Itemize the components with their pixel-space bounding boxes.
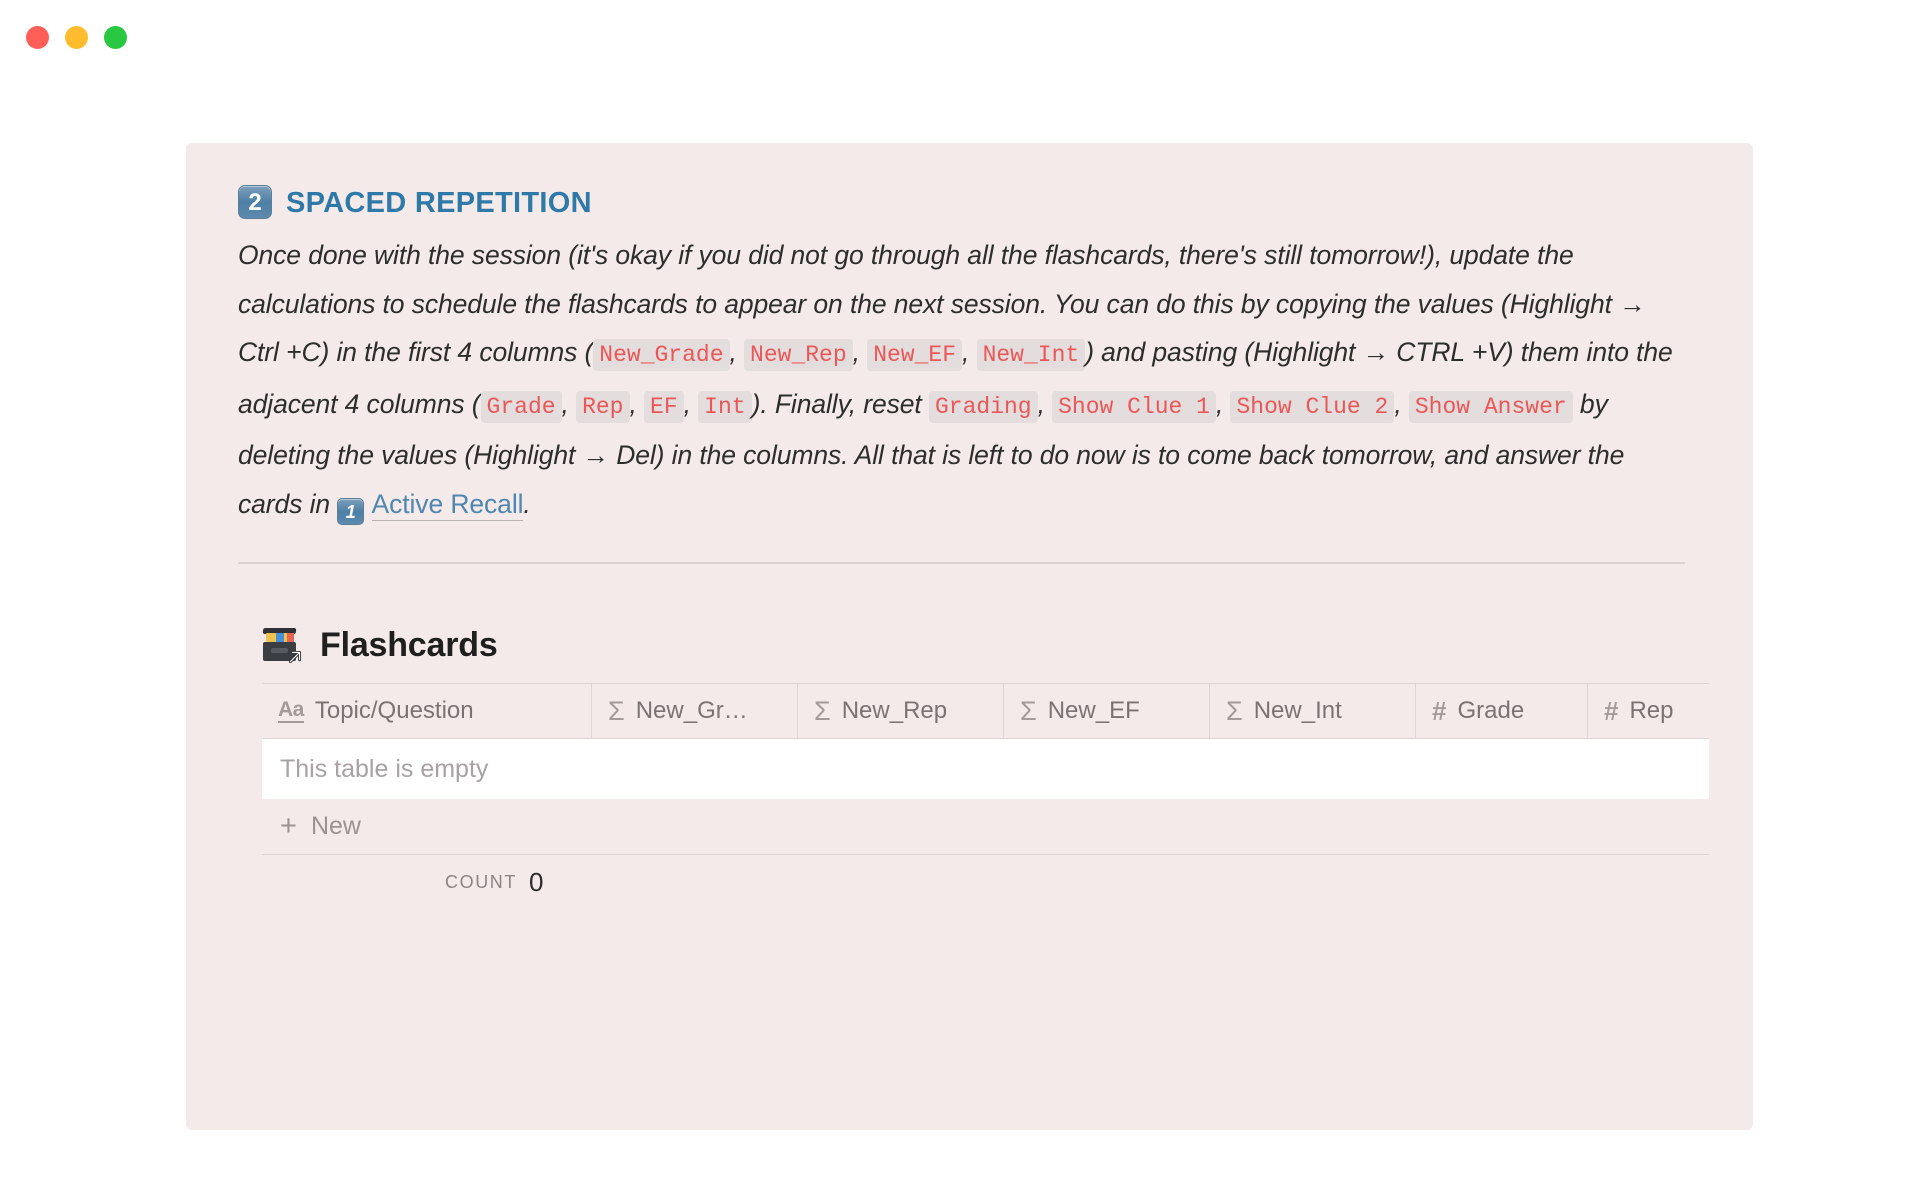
close-window-button[interactable]	[26, 25, 49, 49]
inline-code-chip: Show Clue 1	[1052, 390, 1216, 423]
inline-code-chip: Int	[698, 390, 752, 423]
plus-icon: +	[280, 810, 297, 842]
body-text-run: ,	[683, 388, 699, 419]
inline-code-chip: Grade	[480, 390, 562, 423]
maximize-window-button[interactable]	[104, 25, 127, 49]
body-text-run: ,	[852, 337, 868, 367]
table-header-row: Aa Topic/Question Σ New_Gr… Σ New_Rep Σ New_EF Σ…	[262, 683, 1709, 739]
body-text-run: ,	[962, 337, 977, 367]
body-text-run: ). Finally, reset	[751, 388, 929, 419]
number-hash-icon: #	[1604, 696, 1619, 726]
database-title[interactable]: Flashcards	[320, 626, 498, 665]
inline-code-chip: New_EF	[867, 339, 963, 371]
body-text-run: ,	[629, 388, 645, 419]
body-text-run: ,	[1037, 388, 1053, 419]
inline-code-chip: Grading	[928, 390, 1038, 423]
table-column-header[interactable]: Aa Topic/Question	[262, 684, 592, 738]
column-header-label: Grade	[1457, 697, 1525, 724]
database-title-row: Flashcards	[262, 626, 1701, 665]
formula-sigma-icon: Σ	[608, 695, 625, 726]
add-new-row-button[interactable]: + New	[262, 799, 1709, 855]
table-column-header[interactable]: Σ New_Gr…	[592, 684, 798, 738]
database-table: Aa Topic/Question Σ New_Gr… Σ New_Rep Σ New_EF Σ…	[262, 683, 1709, 909]
body-text-run: ,	[1394, 388, 1409, 419]
text-aa-icon: Aa	[278, 698, 304, 723]
body-text-run: ,	[561, 388, 577, 419]
card-file-box-link-icon	[262, 627, 304, 665]
body-text-run: ,	[1215, 388, 1231, 419]
inline-code-chip: New_Grade	[593, 339, 730, 371]
column-header-label: New_EF	[1047, 697, 1140, 724]
table-footer-count[interactable]: COUNT 0	[262, 855, 1709, 909]
table-column-header[interactable]: # Rep	[1588, 684, 1709, 738]
inline-code-chip: Rep	[576, 390, 630, 423]
table-column-header[interactable]: Σ New_EF	[1004, 684, 1210, 738]
column-header-label: Topic/Question	[314, 697, 474, 724]
keycap-one-icon: 1	[337, 497, 365, 525]
count-value: 0	[529, 866, 544, 897]
minimize-window-button[interactable]	[65, 25, 88, 49]
empty-state-label: This table is empty	[280, 754, 489, 783]
inline-code-chip: EF	[644, 390, 684, 423]
spaced-repetition-callout: 2 SPACED REPETITION Once done with the s…	[186, 143, 1753, 1130]
callout-header: 2 SPACED REPETITION	[238, 185, 1701, 221]
inline-code-chip: Show Clue 2	[1230, 390, 1395, 423]
inline-code-chip: New_Int	[976, 339, 1086, 371]
section-divider	[238, 562, 1685, 564]
window-title-bar	[0, 0, 1920, 74]
callout-title: SPACED REPETITION	[286, 187, 592, 219]
inline-page-link[interactable]: 1 Active Recall	[337, 488, 524, 525]
active-recall-link[interactable]: Active Recall	[371, 488, 524, 521]
inline-code-chip: Show Answer	[1408, 390, 1573, 423]
formula-sigma-icon: Σ	[1226, 695, 1243, 726]
formula-sigma-icon: Σ	[1020, 695, 1037, 726]
count-label: COUNT	[445, 871, 517, 892]
formula-sigma-icon: Σ	[814, 695, 831, 726]
table-empty-state: This table is empty	[262, 739, 1709, 799]
column-header-label: New_Rep	[841, 697, 948, 724]
inline-code-chip: New_Rep	[744, 339, 853, 371]
table-column-header[interactable]: # Grade	[1416, 684, 1588, 738]
column-header-label: New_Gr…	[635, 697, 748, 724]
new-row-label: New	[310, 812, 361, 840]
body-text-run: ,	[729, 337, 745, 367]
column-header-label: New_Int	[1253, 697, 1342, 724]
body-text-run: .	[523, 488, 531, 519]
flashcards-database: Flashcards Aa Topic/Question Σ New_Gr… Σ New_…	[238, 626, 1709, 909]
callout-body-text: Once done with the session (it's okay if…	[238, 231, 1693, 528]
table-column-header[interactable]: Σ New_Int	[1210, 684, 1416, 738]
number-hash-icon: #	[1432, 696, 1447, 726]
keycap-two-icon: 2	[238, 185, 272, 219]
column-header-label: Rep	[1629, 697, 1674, 724]
table-column-header[interactable]: Σ New_Rep	[798, 684, 1004, 738]
